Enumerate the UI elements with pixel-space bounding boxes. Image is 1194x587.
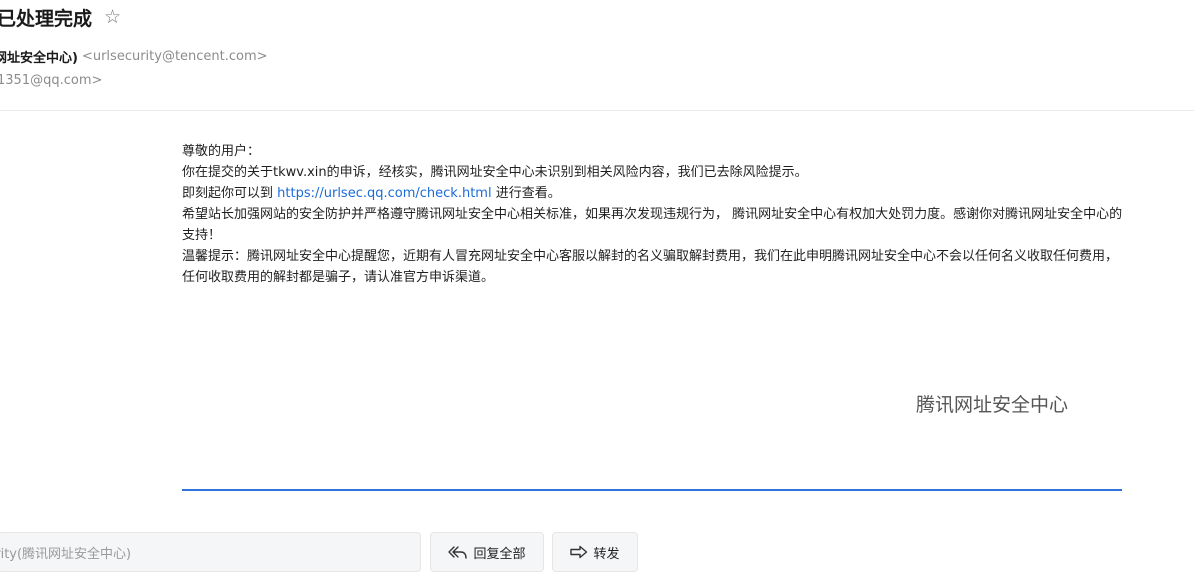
email-view: 已处理完成 ☆ 网址安全中心) <urlsecurity@tencent.com… <box>0 0 1194 587</box>
body-paragraph-link-line: 即刻起你可以到 https://urlsec.qq.com/check.html… <box>182 183 1127 204</box>
email-header: 已处理完成 ☆ 网址安全中心) <urlsecurity@tencent.com… <box>0 0 1194 111</box>
sender-name[interactable]: 网址安全中心) <box>0 47 78 66</box>
link-suffix-text: 进行查看。 <box>491 186 561 201</box>
quick-reply-input[interactable]: urity(腾讯网址安全中心) <box>0 532 421 572</box>
recipient-row: 1351@qq.com> <box>0 70 102 90</box>
body-paragraph: 希望站长加强网站的安全防护并严格遵守腾讯网址安全中心相关标准，如果再次发现违规行… <box>182 207 1123 243</box>
body-paragraph: 你在提交的关于tkwv.xin的申诉，经核实，腾讯网址安全中心未识别到相关风险内… <box>182 165 808 180</box>
forward-button[interactable]: 转发 <box>552 532 638 572</box>
quick-reply-placeholder: urity(腾讯网址安全中心) <box>0 546 132 562</box>
greeting-text: 尊敬的用户： <box>182 144 261 159</box>
email-subject: 已处理完成 <box>0 7 93 30</box>
body-divider <box>182 489 1122 491</box>
sender-email[interactable]: <urlsecurity@tencent.com> <box>82 49 268 64</box>
link-prefix-text: 即刻起你可以到 <box>182 186 278 201</box>
star-icon[interactable]: ☆ <box>104 6 121 28</box>
reply-bar: urity(腾讯网址安全中心) 回复全部 转发 <box>0 532 1194 574</box>
forward-label: 转发 <box>593 546 620 562</box>
check-link[interactable]: https://urlsec.qq.com/check.html <box>277 186 491 201</box>
forward-icon <box>570 545 588 559</box>
reply-all-button[interactable]: 回复全部 <box>430 532 544 572</box>
signature: 腾讯网址安全中心 <box>916 394 1069 416</box>
warm-tip-paragraph: 温馨提示：腾讯网址安全中心提醒您，近期有人冒充网址安全中心客服以解封的名义骗取解… <box>182 249 1119 285</box>
reply-all-icon <box>448 545 468 559</box>
reply-all-label: 回复全部 <box>473 546 526 562</box>
sender-row: 网址安全中心) <urlsecurity@tencent.com> <box>0 46 268 66</box>
recipient-email[interactable]: 1351@qq.com> <box>0 73 102 88</box>
email-body: 尊敬的用户： 你在提交的关于tkwv.xin的申诉，经核实，腾讯网址安全中心未识… <box>182 141 1127 288</box>
subject-row: 已处理完成 ☆ <box>0 3 121 31</box>
